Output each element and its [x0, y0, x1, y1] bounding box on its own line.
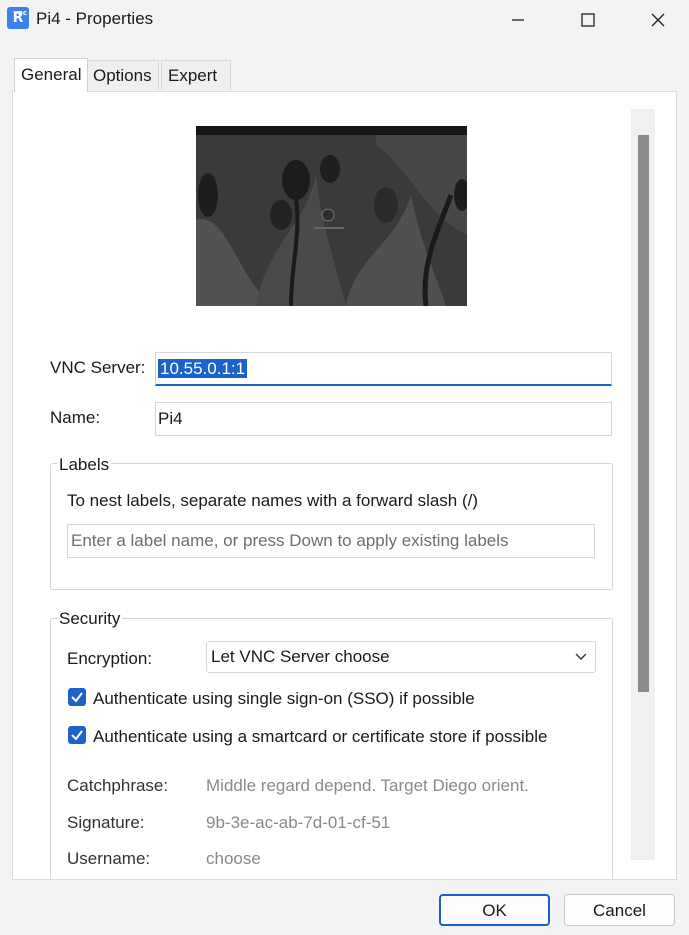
username-label: Username: [67, 849, 151, 868]
maximize-button[interactable] [558, 0, 618, 40]
catchphrase-label: Catchphrase: [67, 776, 169, 795]
close-button[interactable] [628, 0, 688, 40]
name-value: Pi4 [158, 409, 183, 428]
window-title: Pi4 - Properties [36, 9, 154, 28]
encryption-select[interactable]: Let VNC Server choose [206, 641, 596, 673]
scrollbar-thumb[interactable] [638, 135, 649, 692]
name-label: Name: [50, 408, 101, 427]
signature-value: 9b-3e-ac-ab-7d-01-cf-51 [206, 813, 391, 832]
minimize-icon [512, 19, 524, 21]
catchphrase-value: Middle regard depend. Target Diego orien… [206, 776, 529, 795]
username-value: choose [206, 849, 261, 868]
preview-toolbar [196, 126, 467, 135]
labels-group-title: Labels [57, 455, 112, 475]
maximize-icon [581, 13, 595, 27]
label-name-input[interactable]: Enter a label name, or press Down to app… [67, 524, 595, 558]
minimize-button[interactable] [488, 0, 548, 40]
ok-button[interactable]: OK [439, 894, 550, 926]
encryption-label: Encryption: [67, 649, 153, 668]
chevron-down-icon [575, 642, 587, 683]
smartcard-checkbox[interactable] [68, 726, 86, 744]
title-bar: R vnc Pi4 - Properties [0, 0, 689, 40]
tab-options[interactable]: Options [86, 60, 159, 90]
labels-hint-text: To nest labels, separate names with a fo… [67, 491, 479, 510]
name-input[interactable]: Pi4 [155, 402, 612, 436]
realvnc-app-icon: R vnc [7, 7, 29, 29]
signature-label: Signature: [67, 813, 145, 832]
tab-general[interactable]: General [14, 58, 89, 92]
sso-checkbox-label[interactable]: Authenticate using single sign-on (SSO) … [93, 689, 475, 709]
close-icon [651, 13, 665, 27]
label-input-placeholder: Enter a label name, or press Down to app… [71, 531, 509, 550]
smartcard-checkbox-label[interactable]: Authenticate using a smartcard or certif… [93, 727, 548, 747]
encryption-value: Let VNC Server choose [211, 647, 390, 666]
sso-checkbox[interactable] [68, 688, 86, 706]
checkmark-icon [71, 692, 83, 703]
checkmark-icon [71, 730, 83, 741]
general-tab-panel: VNC Server: 10.55.0.1:1 Name: Pi4 Labels… [12, 91, 677, 880]
vnc-server-input[interactable]: 10.55.0.1:1 [155, 352, 612, 386]
security-group-title: Security [57, 609, 123, 629]
vertical-scrollbar[interactable] [631, 109, 655, 860]
cancel-button[interactable]: Cancel [564, 894, 675, 926]
vnc-server-label: VNC Server: [50, 358, 146, 377]
desktop-preview-thumbnail [196, 126, 467, 306]
vnc-server-value: 10.55.0.1:1 [158, 359, 248, 378]
app-icon-small-text: vnc [13, 9, 27, 17]
tab-expert[interactable]: Expert [161, 60, 231, 90]
preview-wallpaper-image [196, 135, 467, 306]
